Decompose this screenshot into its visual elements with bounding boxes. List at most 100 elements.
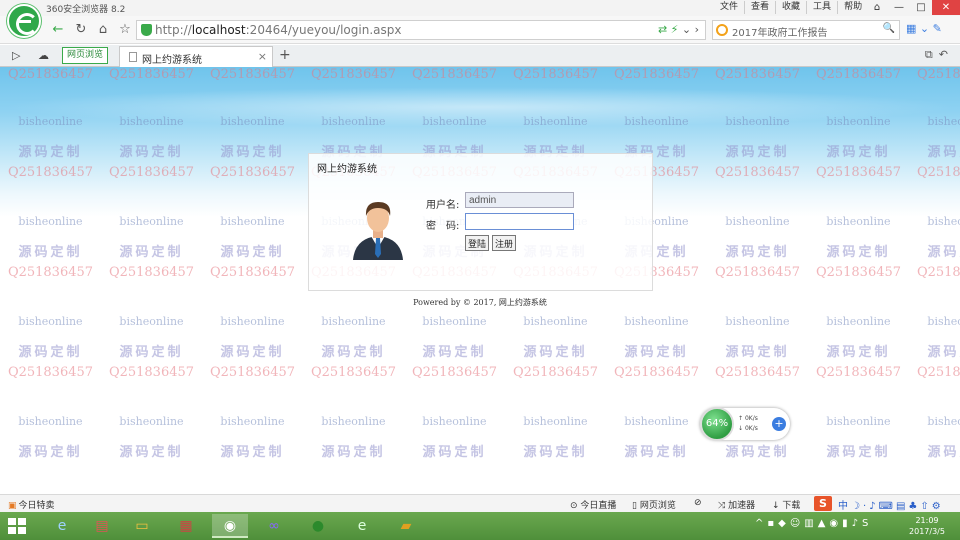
sogou-ime-icon[interactable]: S: [814, 496, 832, 511]
ie-icon[interactable]: e: [44, 514, 80, 538]
password-input[interactable]: [465, 213, 574, 230]
watermark-text: Q251836457: [108, 365, 195, 380]
apps-icon[interactable]: ▦ ⌄ ✎: [906, 22, 942, 35]
system-clock[interactable]: 21:09 2017/3/5: [905, 515, 949, 537]
search-input[interactable]: 2017年政府工作报告: [732, 24, 827, 39]
system-tray-icons[interactable]: ^▪◆☺▥▲◉▮♪S: [755, 518, 872, 529]
watermark-text: Q251836457: [916, 365, 960, 380]
watermark-text: bisheonline: [220, 415, 285, 428]
back-icon[interactable]: ←: [50, 22, 66, 38]
shield-icon: [141, 24, 152, 36]
status-today-sale[interactable]: ▣ 今日特卖: [8, 498, 55, 511]
watermark-text: 源码定制: [523, 345, 588, 360]
search-icon[interactable]: 🔍: [883, 23, 895, 34]
watermark-text: bisheonline: [826, 415, 891, 428]
tab-web-browse[interactable]: 网页浏览: [62, 47, 109, 64]
notebook-icon[interactable]: ▰: [388, 514, 424, 538]
watermark-text: 源码定制: [826, 245, 891, 260]
ime-toolbar-icons[interactable]: 中☽·♪⌨▤♣⇧⚙: [838, 497, 944, 512]
skin-button[interactable]: ⌂: [866, 0, 888, 15]
password-label: 密 码:: [426, 221, 460, 232]
watermark-text: 源码定制: [826, 345, 891, 360]
watermark-text: bisheonline: [624, 315, 689, 328]
plus-icon[interactable]: +: [772, 417, 786, 431]
watermark-text: 源码定制: [119, 445, 184, 460]
status-live[interactable]: ⊙ 今日直播: [570, 498, 616, 511]
tab-bar: ▷ ☁ 网页浏览 网上约游系统 × + ⧉↶: [0, 45, 960, 67]
register-button[interactable]: 注册: [492, 235, 516, 251]
watermark-text: 源码定制: [422, 345, 487, 360]
watermark-text: bisheonline: [826, 315, 891, 328]
status-web-browse[interactable]: ▯ 网页浏览: [632, 498, 676, 511]
watermark-text: 源码定制: [927, 345, 960, 360]
sidebar-toggle-icon[interactable]: ▷: [12, 49, 20, 62]
visual-studio-icon[interactable]: ∞: [256, 514, 292, 538]
browser-e-icon[interactable]: e: [344, 514, 380, 538]
search-engine-icon: [716, 24, 728, 36]
app-icon[interactable]: ▦: [168, 514, 204, 538]
watermark-text: bisheonline: [927, 315, 960, 328]
menu-favorites[interactable]: 收藏: [775, 1, 806, 14]
watermark-text: bisheonline: [220, 315, 285, 328]
watermark-text: bisheonline: [523, 315, 588, 328]
file-explorer-icon[interactable]: ▭: [124, 514, 160, 538]
watermark-text: Q251836457: [916, 265, 960, 280]
watermark-text: bisheonline: [18, 415, 83, 428]
search-box[interactable]: 2017年政府工作报告 🔍: [712, 20, 900, 40]
watermark-text: 源码定制: [18, 345, 83, 360]
browser-logo-icon[interactable]: [7, 4, 41, 38]
watermark-text: 源码定制: [826, 445, 891, 460]
watermark-text: bisheonline: [18, 315, 83, 328]
maximize-button[interactable]: □: [910, 0, 932, 15]
gift-icon: ▣: [8, 501, 17, 511]
watermark-text: 源码定制: [624, 345, 689, 360]
menu-file[interactable]: 文件: [714, 1, 744, 14]
watermark-text: 源码定制: [220, 245, 285, 260]
username-input[interactable]: [465, 192, 574, 208]
watermark-text: Q251836457: [815, 365, 902, 380]
favorite-star-icon[interactable]: ☆: [117, 22, 133, 38]
watermark-row: bisheonline bisheonline bisheonline bisheon…: [0, 315, 960, 328]
login-button[interactable]: 登陆: [465, 235, 489, 251]
reload-icon[interactable]: ↻: [73, 22, 89, 38]
browser-360-icon[interactable]: ◉: [212, 514, 248, 538]
page-icon: [129, 52, 137, 62]
watermark-row: 源码定制 源码定制 源码定制 源码定制 源码定制 源码定制 源码定制 源码定制 源码定制 源码定制: [0, 441, 960, 460]
window-controls: ⌂ — □ ✕: [866, 0, 960, 15]
watermark-text: bisheonline: [422, 415, 487, 428]
status-accelerator[interactable]: ⤨ 加速器: [718, 498, 755, 511]
notepad-icon[interactable]: ▤: [84, 514, 120, 538]
tab-login-page[interactable]: 网上约游系统 ×: [119, 46, 273, 67]
watermark-text: Q251836457: [209, 265, 296, 280]
minimize-button[interactable]: —: [888, 0, 910, 15]
watermark-text: bisheonline: [422, 315, 487, 328]
home-icon[interactable]: ⌂: [95, 22, 111, 38]
watermark-text: Q251836457: [815, 265, 902, 280]
watermark-text: 源码定制: [725, 345, 790, 360]
watermark-text: 源码定制: [18, 445, 83, 460]
watermark-row: bisheonline bisheonline bisheonline bisheon…: [0, 415, 960, 428]
tab-title: 网上约游系统: [142, 55, 202, 66]
tab-tools-icons[interactable]: ⧉↶: [925, 48, 954, 62]
status-download[interactable]: ↓ 下载: [772, 498, 800, 511]
page-tools-icons[interactable]: ⇄ ⚡ ⌄ ›: [658, 23, 699, 36]
speed-ball[interactable]: 64%: [700, 407, 734, 441]
close-button[interactable]: ✕: [932, 0, 960, 15]
wechat-icon[interactable]: ●: [300, 514, 336, 538]
cloud-icon[interactable]: ☁: [38, 49, 49, 62]
menu-help[interactable]: 帮助: [837, 1, 868, 14]
watermark-text: 源码定制: [725, 245, 790, 260]
network-speed-widget[interactable]: 64% ↑ 0K/s ↓ 0K/s +: [700, 407, 790, 441]
new-tab-icon[interactable]: +: [279, 47, 291, 63]
url-text[interactable]: http://localhost:20464/yueyou/login.aspx: [155, 23, 401, 37]
menu-tools[interactable]: 工具: [806, 1, 837, 14]
address-bar[interactable]: http://localhost:20464/yueyou/login.aspx…: [136, 20, 706, 40]
login-panel: 网上约游系统 用户名: 密 码: 登陆 注册: [308, 153, 653, 291]
status-cleanup-icon[interactable]: ⊘: [694, 498, 702, 508]
menu-view[interactable]: 查看: [744, 1, 775, 14]
tab-close-icon[interactable]: ×: [258, 50, 267, 63]
watermark-text: Q251836457: [108, 265, 195, 280]
watermark-text: 源码定制: [725, 445, 790, 460]
watermark-text: Q251836457: [714, 365, 801, 380]
windows-start-icon[interactable]: [8, 518, 26, 534]
